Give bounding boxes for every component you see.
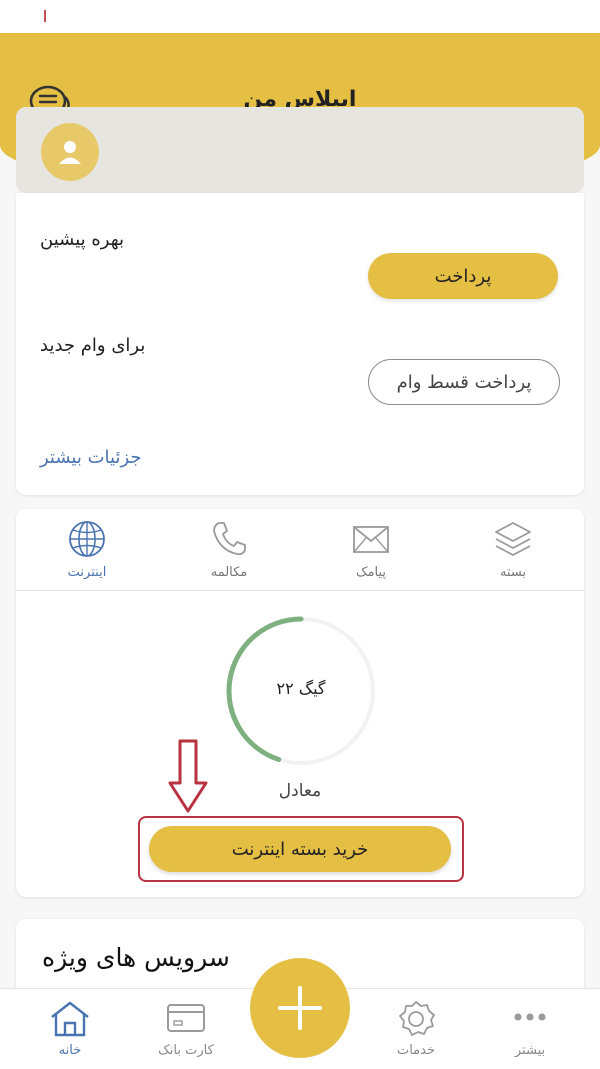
user-avatar-icon[interactable] — [41, 123, 99, 181]
tab-packages[interactable]: ﺑﺴﺘﻪ — [442, 509, 584, 590]
down-arrow-icon — [168, 739, 208, 813]
add-fab-button[interactable] — [250, 958, 350, 1058]
layers-icon — [495, 522, 531, 556]
nav-services[interactable]: ﺧﺪﻣﺎﺕ — [356, 989, 476, 1069]
tab-calls-label: ﻣﮑﺎﻟﻤﻪ — [210, 565, 248, 580]
profile-card[interactable] — [16, 107, 584, 193]
details-link[interactable]: ﺟﺰﺋﯿﺎﺕ ﺑﯿﺸﺘﺮ — [40, 447, 142, 468]
envelope-icon — [353, 526, 389, 553]
pay-button[interactable]: ﭘﺮﺩﺍﺧﺖ — [368, 253, 558, 299]
plus-icon — [278, 986, 322, 1030]
nav-home-label: ﺧﺎﻧﻪ — [58, 1043, 82, 1058]
tab-internet-label: ﺍﯾﻨﺘﺮﻧﺖ — [67, 565, 107, 580]
nav-home[interactable]: ﺧﺎﻧﻪ — [10, 989, 130, 1069]
balance-label: ﺑﻬﺮﻩ ﭘﯿﺸﯿﻦ — [40, 229, 125, 250]
home-icon — [51, 1001, 89, 1037]
remaining-data-value: ۲۲ ﮔﯿﮓ — [276, 679, 326, 698]
tab-internet[interactable]: ﺍﯾﻨﺘﺮﻧﺖ — [16, 509, 158, 590]
offers-title: ﺳﺮﻭﯾﺲ ﻫﺎﯼ ﻭﯾﮋﻩ — [42, 943, 230, 972]
tab-calls[interactable]: ﻣﮑﺎﻟﻤﻪ — [158, 509, 300, 590]
installment-label: ﺑﺮﺍﯼ ﻭﺍﻡ ﺟﺪﯾﺪ — [40, 335, 146, 356]
globe-icon — [69, 521, 105, 557]
status-strip — [0, 0, 600, 33]
buy-internet-package-button[interactable]: ﺧﺮﯾﺪ ﺑﺴﺘﻪ ﺍﯾﻨﺘﺮﻧﺖ — [149, 826, 451, 872]
nav-services-label: ﺧﺪﻣﺎﺕ — [396, 1043, 436, 1058]
nav-bank-card-label: ﮐﺎﺭﺕ ﺑﺎﻧﮏ — [158, 1043, 214, 1058]
status-mark — [44, 10, 46, 22]
bank-card-icon — [167, 1004, 205, 1032]
tab-sms[interactable]: ﭘﯿﺎﻣﮏ — [300, 509, 442, 590]
nav-bank-card[interactable]: ﮐﺎﺭﺕ ﺑﺎﻧﮏ — [126, 989, 246, 1069]
phone-icon — [213, 522, 246, 556]
person-silhouette-icon — [59, 141, 81, 164]
account-card: ﺑﻬﺮﻩ ﭘﯿﺸﯿﻦ ﭘﺮﺩﺍﺧﺖ ﺑﺮﺍﯼ ﻭﺍﻡ ﺟﺪﯾﺪ ﭘﺮﺩﺍﺧﺖ ﻗ… — [16, 193, 584, 495]
nav-more-label: ﺑﯿﺸﺘﺮ — [514, 1043, 546, 1058]
more-dots-icon — [514, 1013, 546, 1021]
progress-caption: ﻣﻌﺎﺩﻝ — [278, 781, 322, 801]
pay-installment-button[interactable]: ﭘﺮﺩﺍﺧﺖ ﻗﺴﻂ ﻭﺍﻡ — [368, 359, 560, 405]
tab-sms-label: ﭘﯿﺎﻣﮏ — [355, 565, 387, 580]
services-card: ﺍﯾﻨﺘﺮﻧﺖ ﻣﮑﺎﻟﻤﻪ ﭘﯿﺎﻣﮏ ﺑﺴﺘﻪ ۲۲ ﮔﯿﮓ ﻣﻌﺎﺩﻝ ﺧ… — [16, 509, 584, 897]
tab-packages-label: ﺑﺴﺘﻪ — [499, 565, 527, 580]
services-badge-icon — [399, 1001, 435, 1036]
buy-button-highlight: ﺧﺮﯾﺪ ﺑﺴﺘﻪ ﺍﯾﻨﺘﺮﻧﺖ — [138, 816, 464, 882]
service-tabs: ﺍﯾﻨﺘﺮﻧﺖ ﻣﮑﺎﻟﻤﻪ ﭘﯿﺎﻣﮏ ﺑﺴﺘﻪ — [16, 509, 584, 591]
nav-more[interactable]: ﺑﯿﺸﺘﺮ — [470, 989, 590, 1069]
